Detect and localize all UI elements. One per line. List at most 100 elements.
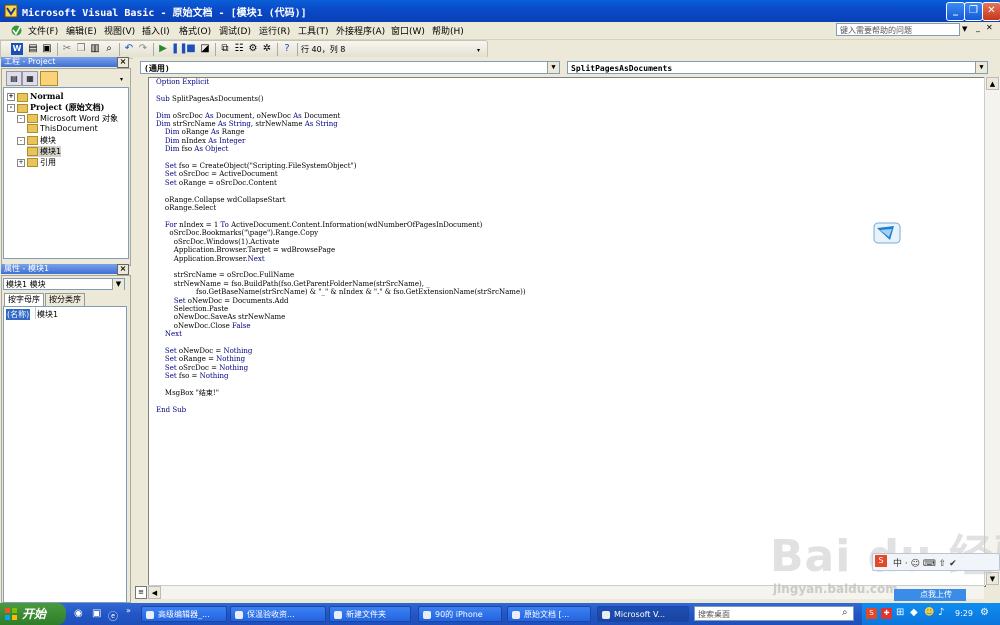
menu-format[interactable]: 格式(O) [179,24,211,37]
antivirus-tray-icon[interactable]: ✚ [881,608,892,619]
tree-item[interactable]: 模块1 [27,146,62,157]
project-explorer-icon[interactable]: ⧉ [219,43,231,55]
view-word-icon[interactable]: W [11,43,23,55]
code-editor[interactable]: Option Explicit Sub SplitPagesAsDocument… [148,77,986,587]
tree-item[interactable]: - Microsoft Word 对象 [17,113,118,124]
insert-module-icon[interactable]: ▤ [27,43,39,55]
desktop-search-input[interactable]: 搜索桌面 [694,606,854,621]
help-question-input[interactable]: 键入需要帮助的问题 [836,23,960,36]
floating-app-icon[interactable] [872,220,902,246]
menu-debug[interactable]: 调试(D) [219,24,251,37]
run-icon[interactable]: ▶ [157,43,169,55]
quicklaunch-ie-icon[interactable]: ⓔ [108,608,118,623]
save-icon[interactable]: ▣ [41,43,53,55]
volume-tray-icon[interactable]: ♪ [938,607,944,618]
vb-menu-icon[interactable] [10,24,23,37]
task-new-folder[interactable]: 新建文件夹 [329,606,411,622]
help-dropdown-icon[interactable]: ▼ [962,25,967,33]
quicklaunch-browser-icon[interactable]: ◉ [74,608,83,619]
find-icon[interactable]: ⌕ [103,43,115,55]
menu-tools[interactable]: 工具(T) [298,24,329,37]
tree-item-label: 引用 [40,158,56,167]
project-close-icon[interactable]: × [117,57,129,68]
cut-icon[interactable]: ✂ [61,43,73,55]
project-panel-menu-icon[interactable]: ▾ [120,76,123,83]
upload-button[interactable]: 点我上传 [894,589,966,601]
sogou-ime-icon[interactable]: S [875,555,887,567]
menu-help[interactable]: 帮助(H) [432,24,464,37]
vertical-scrollbar[interactable]: ▲ ▼ [984,77,1000,585]
properties-close-icon[interactable]: × [117,264,129,275]
tree-item[interactable]: + 引用 [17,157,56,168]
task-vb-editor[interactable]: Microsoft V... [597,606,689,622]
expand-icon[interactable]: + [17,158,25,167]
code-text[interactable]: Option Explicit Sub SplitPagesAsDocument… [156,78,526,414]
menu-addins[interactable]: 外接程序(A) [336,24,385,37]
menu-view[interactable]: 视图(V) [104,24,135,37]
view-object-icon[interactable]: ▦ [22,71,38,86]
toolbar-options-icon[interactable]: ▾ [477,47,480,54]
task-acceptance-doc[interactable]: 保温验收资... [230,606,326,622]
chevron-down-icon[interactable]: ▼ [975,62,987,73]
quicklaunch-more-icon[interactable]: » [126,606,131,615]
ime-icons[interactable]: 中 · ☺ ⌨ ⇧ ✔ [893,556,957,569]
break-icon[interactable]: ❚❚ [171,43,188,55]
redo-icon[interactable]: ↷ [137,43,149,55]
tree-item[interactable]: ThisDocument [27,124,98,133]
expand-icon[interactable]: + [7,93,15,101]
minimize-button[interactable]: _ [946,2,965,21]
clock[interactable]: 9:29 [955,609,973,618]
view-code-icon[interactable]: ▤ [6,71,22,86]
sogou-tray-icon[interactable]: S [866,608,877,619]
close-button[interactable]: ✕ [982,2,1000,21]
tree-item[interactable]: - Project (原始文档) [7,102,104,113]
tree-item[interactable]: + Normal [7,91,64,102]
task-editor[interactable]: 高级编辑器_... [141,606,227,622]
collapse-icon[interactable]: - [7,104,15,112]
title-bar[interactable]: Microsoft Visual Basic - 原始文档 - [模块1 (代码… [0,0,1000,22]
property-name-key[interactable]: (名称) [6,309,31,320]
properties-object-combo[interactable]: 模块1 模块 ▼ [3,278,125,290]
help-icon[interactable]: ? [281,43,293,55]
toggle-folders-icon[interactable] [40,71,58,86]
menu-edit[interactable]: 编辑(E) [66,24,97,37]
object-combo[interactable]: (通用) ▼ [140,61,560,74]
tab-categorized[interactable]: 按分类序 [45,293,85,307]
task-iphone[interactable]: 90的 iPhone [418,606,502,622]
qq-tray-icon[interactable]: ☻ [924,607,934,618]
collapse-icon[interactable]: - [17,114,25,123]
restore-button[interactable]: ❐ [964,2,983,21]
toolbox-icon[interactable]: ✲ [261,43,273,55]
collapse-icon[interactable]: - [17,136,25,145]
tree-item[interactable]: - 模块 [17,135,56,146]
copy-icon[interactable]: ❐ [75,43,87,55]
object-browser-icon[interactable]: ⚙ [247,43,259,55]
task-original-doc[interactable]: 原始文档 [... [507,606,591,622]
chevron-down-icon[interactable]: ▼ [112,279,124,290]
scroll-left-icon[interactable]: ◀ [148,586,161,599]
shield-tray-icon[interactable]: ◆ [910,607,918,618]
menu-window[interactable]: 窗口(W) [391,24,425,37]
mdi-minimize-icon[interactable]: _ [976,23,980,32]
quicklaunch-media-icon[interactable]: ▣ [92,608,101,619]
network-tray-icon[interactable]: ⊞ [896,607,904,618]
procedure-view-icon[interactable]: ≡ [135,586,147,599]
properties-window-icon[interactable]: ☷ [233,43,245,55]
menu-run[interactable]: 运行(R) [259,24,290,37]
search-icon[interactable]: ⌕ [842,607,848,618]
ime-toolbar[interactable]: S 中 · ☺ ⌨ ⇧ ✔ [872,553,1000,571]
menu-insert[interactable]: 插入(I) [142,24,170,37]
scroll-up-icon[interactable]: ▲ [986,77,999,90]
tab-alphabetic[interactable]: 按字母序 [4,293,44,307]
paste-icon[interactable]: ▥ [89,43,101,55]
undo-icon[interactable]: ↶ [123,43,135,55]
chevron-down-icon[interactable]: ▼ [547,62,559,73]
margin-indicator-bar[interactable] [134,77,149,585]
property-name-value[interactable]: 模块1 [37,309,58,320]
design-mode-icon[interactable]: ◪ [199,43,211,55]
mdi-close-icon[interactable]: ✕ [986,23,993,32]
menu-file[interactable]: 文件(F) [28,24,58,37]
reset-icon[interactable]: ■ [185,43,197,55]
tray-extra-icon[interactable]: ⚙ [980,607,989,618]
procedure-combo[interactable]: SplitPagesAsDocuments ▼ [567,61,988,74]
